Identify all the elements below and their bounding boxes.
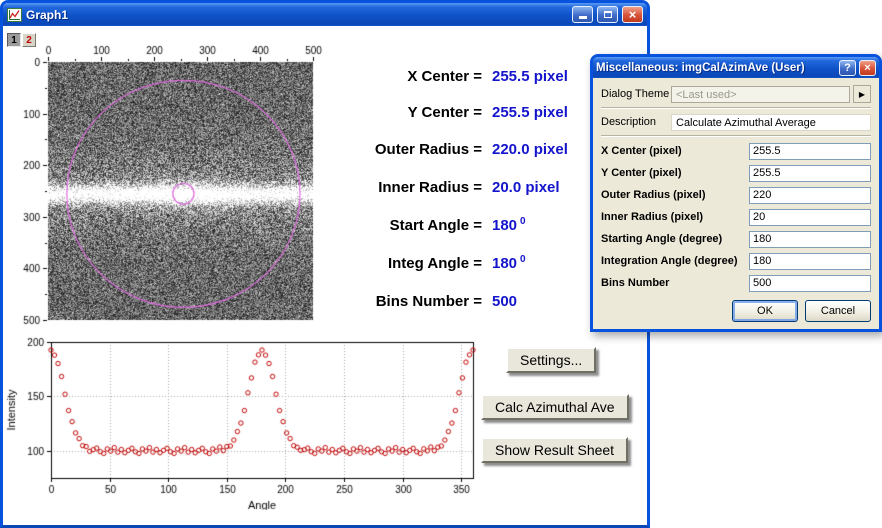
starting-angle-input[interactable] (749, 230, 871, 248)
graph-page: 1 2 X Center = 255.5 pixel Y Center = 25… (3, 26, 647, 525)
dialog-theme-label: Dialog Theme (601, 88, 670, 100)
graph-window-icon (7, 7, 22, 22)
field-inner-radius: Inner Radius (pixel) (601, 206, 871, 228)
graph1-titlebar[interactable]: Graph1 × (3, 3, 647, 26)
description-label: Description (601, 116, 657, 128)
separator (601, 135, 871, 137)
description-value: Calculate Azimuthal Average (671, 113, 871, 131)
field-starting-angle: Starting Angle (degree) (601, 228, 871, 250)
field-y-center: Y Center (pixel) (601, 162, 871, 184)
y-center-input[interactable] (749, 164, 871, 182)
dialog-body: Dialog Theme <Last used> ▶ Description C… (593, 78, 879, 328)
restore-icon (603, 11, 612, 18)
fft-image-plot[interactable] (3, 42, 323, 328)
ok-button[interactable]: OK (732, 300, 798, 322)
dialog-titlebar[interactable]: Miscellaneous: imgCalAzimAve (User) ? × (593, 57, 879, 78)
description-row: Description Calculate Azimuthal Average (601, 112, 871, 132)
graph1-window: Graph1 × 1 2 X Center = 255.5 pixel Y Ce… (0, 0, 650, 528)
dialog-title: Miscellaneous: imgCalAzimAve (User) (596, 61, 805, 74)
restore-button[interactable] (597, 6, 618, 23)
field-integration-angle: Integration Angle (degree) (601, 250, 871, 272)
cancel-button[interactable]: Cancel (805, 300, 871, 322)
settings-button[interactable]: Settings... (506, 347, 597, 373)
window-title: Graph1 (26, 7, 69, 22)
show-result-sheet-button[interactable]: Show Result Sheet (481, 437, 629, 463)
close-icon: × (628, 7, 637, 22)
dialog-close-button[interactable]: × (859, 59, 876, 76)
separator (601, 107, 871, 109)
dialog-help-button[interactable]: ? (839, 59, 856, 76)
imgcalazimave-dialog: Miscellaneous: imgCalAzimAve (User) ? × … (590, 54, 882, 332)
inner-radius-input[interactable] (749, 208, 871, 226)
theme-menu-arrow-button[interactable]: ▶ (853, 85, 871, 103)
dialog-button-row: OK Cancel (601, 300, 871, 322)
field-bins-number: Bins Number (601, 272, 871, 294)
field-x-center: X Center (pixel) (601, 140, 871, 162)
outer-radius-input[interactable] (749, 186, 871, 204)
azimuthal-average-plot (3, 326, 503, 510)
close-button[interactable]: × (622, 6, 643, 23)
desktop: Graph1 × 1 2 X Center = 255.5 pixel Y Ce… (0, 0, 882, 528)
integration-angle-input[interactable] (749, 252, 871, 270)
dialog-theme-combobox[interactable]: <Last used> (671, 85, 850, 103)
field-outer-radius: Outer Radius (pixel) (601, 184, 871, 206)
bins-number-input[interactable] (749, 274, 871, 292)
calc-azimuthal-ave-button[interactable]: Calc Azimuthal Ave (481, 394, 629, 420)
dialog-theme-row: Dialog Theme <Last used> ▶ (601, 84, 871, 104)
minimize-button[interactable] (572, 6, 593, 23)
minimize-icon (578, 16, 587, 19)
x-center-input[interactable] (749, 142, 871, 160)
